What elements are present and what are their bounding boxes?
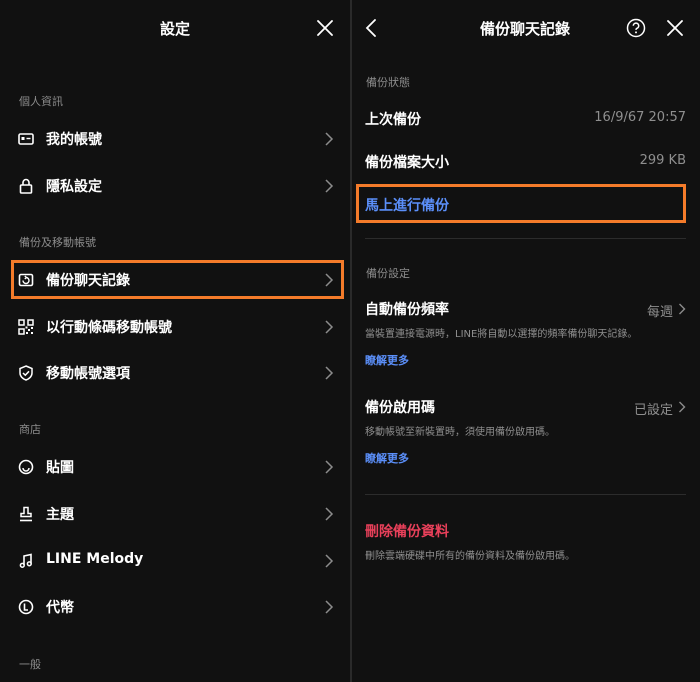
menu-item-transfer-options[interactable]: 移動帳號選項 [0,350,350,396]
menu-item-stickers[interactable]: 貼圖 [0,444,350,490]
music-note-icon [19,553,32,568]
backup-chat-panel: 備份聊天記錄 備份狀態 上次備份 16/9/67 20:57 備份檔案大小 29… [352,0,700,682]
backup-pin-label: 備份啟用碼 [365,400,435,416]
section-general: 一般 [19,658,41,671]
menu-item-qr-transfer[interactable]: 以行動條碼移動帳號 [0,304,350,350]
help-icon[interactable] [625,17,647,39]
menu-item-label: 代幣 [46,600,74,616]
backup-pin-value: 已設定 [633,403,673,418]
menu-item-privacy[interactable]: 隱私設定 [0,163,350,209]
chevron-right-icon [325,460,334,474]
auto-backup-frequency-description: 當裝置連接電源時，LINE將自動以選擇的頻率備份聊天記錄。 [365,329,638,340]
file-size-label: 備份檔案大小 [365,155,449,171]
menu-item-coins[interactable]: 代幣 [0,584,350,630]
lock-icon [19,178,33,194]
page-title: 備份聊天記錄 [480,20,571,38]
delete-backup-description: 刪除雲端硬碟中所有的備份資料及備份啟用碼。 [365,551,575,562]
menu-item-label: 主題 [46,507,74,523]
qr-code-icon [18,319,34,335]
section-store: 商店 [19,423,41,436]
close-icon[interactable] [664,17,686,39]
chevron-right-icon [679,401,686,413]
coin-icon [18,599,34,615]
chevron-right-icon [325,320,334,334]
menu-item-label: 貼圖 [46,460,74,476]
chevron-right-icon [325,179,334,193]
delete-backup-button[interactable]: 刪除備份資料 [365,521,449,541]
back-arrow-icon[interactable] [360,17,382,39]
menu-item-themes[interactable]: 主題 [0,491,350,537]
chevron-right-icon [679,303,686,315]
shield-check-icon [19,365,33,381]
close-icon[interactable] [314,17,336,39]
chevron-right-icon [325,554,334,568]
chevron-right-icon [325,366,334,380]
section-personal-info: 個人資訊 [19,95,63,108]
smiley-icon [18,459,34,475]
menu-item-label: 移動帳號選項 [46,366,130,382]
divider [365,238,686,239]
auto-backup-frequency-label: 自動備份頻率 [365,302,449,318]
menu-item-label: LINE Melody [46,551,144,567]
learn-more-link[interactable]: 瞭解更多 [365,450,409,466]
section-backup-transfer: 備份及移動帳號 [19,236,96,249]
backup-pin-description: 移動帳號至新裝置時，須使用備份啟用碼。 [365,427,555,438]
menu-item-label: 以行動條碼移動帳號 [46,320,172,336]
section-backup-status: 備份狀態 [366,76,410,89]
last-backup-label: 上次備份 [365,112,421,128]
highlight-box [356,184,686,223]
menu-item-label: 我的帳號 [46,132,102,148]
paint-brush-icon [20,506,32,522]
menu-item-line-melody[interactable]: LINE Melody [0,538,350,584]
id-card-icon [18,133,34,145]
divider [365,494,686,495]
chevron-right-icon [325,507,334,521]
auto-backup-frequency-value: 每週 [646,305,673,320]
last-backup-value: 16/9/67 20:57 [594,110,686,125]
menu-item-my-account[interactable]: 我的帳號 [0,116,350,162]
chevron-right-icon [325,132,334,146]
settings-panel: 設定 個人資訊 我的帳號 隱私設定 備份及移動帳號 備份聊天記錄 以行動條碼移動… [0,0,350,682]
chevron-right-icon [325,600,334,614]
section-backup-settings: 備份設定 [366,267,410,280]
file-size-value: 299 KB [639,153,686,168]
menu-item-label: 隱私設定 [46,179,102,195]
learn-more-link[interactable]: 瞭解更多 [365,352,409,368]
highlight-box [11,260,344,299]
page-title: 設定 [160,20,191,38]
